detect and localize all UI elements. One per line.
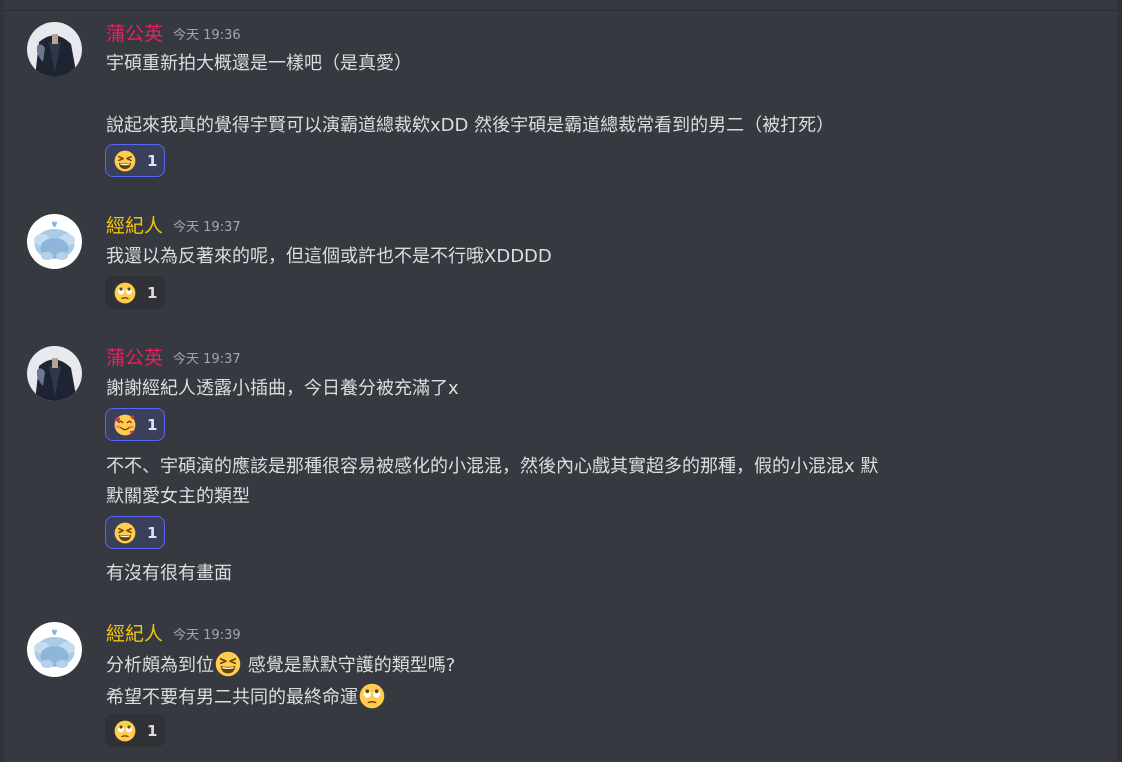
channel-header-edge [0, 0, 1122, 11]
message-text-segment: 分析頗為到位 [106, 655, 214, 676]
grinning-squinting-face-icon [114, 150, 136, 172]
username[interactable]: 蒲公英 [106, 347, 163, 369]
grinning-squinting-face-icon [114, 522, 136, 544]
avatar-image [27, 346, 82, 401]
message-text: 謝謝經紀人透露小插曲，今日養分被充滿了x [106, 378, 459, 399]
message-header: 蒲公英 今天 19:36 [106, 22, 241, 46]
message-text: 希望不要有男二共同的最終命運 [106, 683, 386, 710]
avatar[interactable] [27, 214, 82, 269]
avatar-image [27, 622, 82, 677]
sidebar-edge [0, 0, 4, 762]
reaction-count: 1 [147, 416, 158, 434]
message-text: 宇碩重新拍大概還是一樣吧（是真愛） [106, 53, 412, 74]
face-with-rolling-eyes-icon [114, 282, 136, 304]
message-header: 經紀人 今天 19:39 [106, 622, 241, 646]
reaction-button[interactable]: 1 [105, 714, 165, 747]
message-text: 不不、宇碩演的應該是那種很容易被感化的小混混，然後內心戲其實超多的那種，假的小混… [106, 456, 879, 477]
reaction-count: 1 [147, 722, 158, 740]
reaction-button[interactable]: 1 [105, 516, 165, 549]
timestamp: 今天 19:37 [173, 220, 241, 235]
username[interactable]: 經紀人 [106, 215, 163, 237]
message-text: 分析頗為到位 感覺是默默守護的類型嗎? [106, 651, 455, 678]
reaction-count: 1 [147, 152, 158, 170]
message-header: 蒲公英 今天 19:37 [106, 346, 241, 370]
username[interactable]: 蒲公英 [106, 23, 163, 45]
message-text-segment: 感覺是默默守護的類型嗎? [242, 655, 456, 676]
grinning-squinting-face-icon [215, 651, 241, 677]
avatar-image [27, 22, 82, 77]
timestamp: 今天 19:36 [173, 28, 241, 43]
message-text: 說起來我真的覺得宇賢可以演霸道總裁欸xDD 然後宇碩是霸道總裁常看到的男二（被打… [106, 115, 835, 136]
scrollbar-track[interactable] [1118, 0, 1122, 762]
reaction-button[interactable]: 1 [105, 276, 165, 309]
reaction-count: 1 [147, 284, 158, 302]
message-header: 經紀人 今天 19:37 [106, 214, 241, 238]
message-text: 我還以為反著來的呢，但這個或許也不是不行哦XDDDD [106, 246, 552, 267]
avatar[interactable] [27, 346, 82, 401]
username[interactable]: 經紀人 [106, 623, 163, 645]
face-with-rolling-eyes-icon [359, 683, 385, 709]
reaction-button[interactable]: 1 [105, 144, 165, 177]
timestamp: 今天 19:39 [173, 628, 241, 643]
avatar[interactable] [27, 622, 82, 677]
message-text: 默關愛女主的類型 [106, 486, 250, 507]
message-text: 有沒有很有畫面 [106, 563, 232, 584]
avatar[interactable] [27, 22, 82, 77]
message-text-segment: 希望不要有男二共同的最終命運 [106, 687, 358, 708]
face-with-rolling-eyes-icon [114, 720, 136, 742]
reaction-button[interactable]: 1 [105, 408, 165, 441]
timestamp: 今天 19:37 [173, 352, 241, 367]
avatar-image [27, 214, 82, 269]
reaction-count: 1 [147, 524, 158, 542]
smiling-face-with-hearts-icon [114, 414, 136, 436]
